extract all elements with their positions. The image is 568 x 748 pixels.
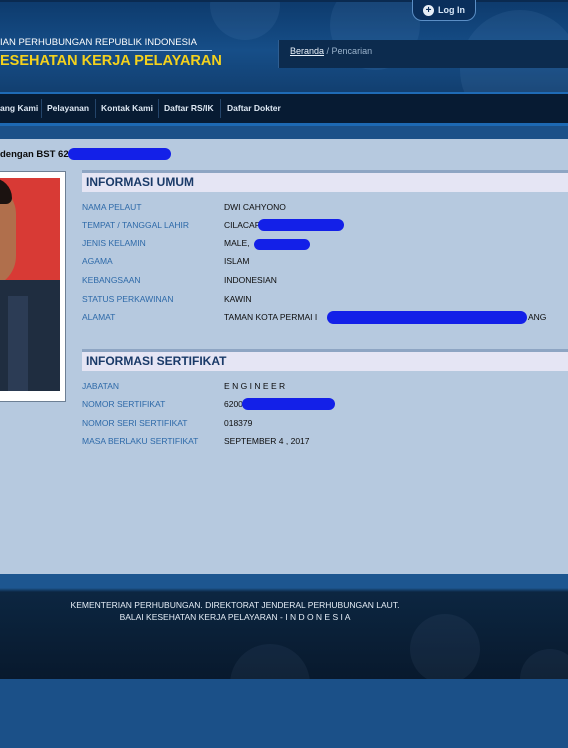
main-content: dengan BST 62 INFORMASI UMUM NAMA PELAUT… [0,139,568,574]
value-position: ENGINEER [224,381,288,391]
content-frame-top [0,126,568,139]
label-marital-status: STATUS PERKAWINAN [82,294,174,304]
profile-photo [0,178,60,391]
footer-org-line2: BALAI KESEHATAN KERJA PELAYARAN - I N D … [119,612,351,622]
breadcrumb-current: Pencarian [331,46,373,56]
site-header: + Log In IAN PERHUBUNGAN REPUBLIK INDONE… [0,0,568,92]
header-decoration [210,0,280,40]
section-title-certificate-info: INFORMASI SERTIFIKAT [82,349,568,371]
value-birth-place-date: CILACAP [224,220,261,230]
label-nationality: KEBANGSAAN [82,275,141,285]
org-name-line1: IAN PERHUBUNGAN REPUBLIK INDONESIA [0,37,197,48]
page-bottom-background [0,679,568,748]
nav-separator [41,99,42,118]
footer-decoration [410,614,480,679]
label-birth-place-date: TEMPAT / TANGGAL LAHIR [82,220,190,230]
value-certificate-validity: SEPTEMBER 4 , 2017 [224,436,310,446]
label-certificate-serial: NOMOR SERI SERTIFIKAT [82,418,188,428]
label-certificate-validity: MASA BERLAKU SERTIFIKAT [82,436,199,446]
label-religion: AGAMA [82,256,113,266]
label-certificate-number: NOMOR SERTIFIKAT [82,399,166,409]
redaction-mark [258,219,344,231]
main-nav: ang Kami Pelayanan Kontak Kami Daftar RS… [0,92,568,126]
breadcrumb-separator: / [324,46,332,56]
nav-item-contact[interactable]: Kontak Kami [101,94,153,123]
footer-decoration [520,649,568,679]
redaction-mark [254,239,310,250]
value-nationality: INDONESIAN [224,275,277,285]
nav-item-about[interactable]: ang Kami [0,94,38,123]
value-address-end: ANG [528,312,547,322]
page-title: dengan BST 62 [0,149,69,160]
nav-item-doctors[interactable]: Daftar Dokter [227,94,281,123]
nav-separator [158,99,159,118]
login-button[interactable]: + Log In [412,0,476,21]
redaction-mark [68,148,171,160]
value-address: TAMAN KOTA PERMAI I [224,312,318,322]
value-seafarer-name: DWI CAHYONO [224,202,286,212]
value-religion: ISLAM [224,256,250,266]
org-name-line2: ESEHATAN KERJA PELAYARAN [0,53,222,69]
nav-separator [95,99,96,118]
top-border [0,0,568,2]
label-gender: JENIS KELAMIN [82,238,146,248]
breadcrumb: Beranda / Pencarian [278,40,568,68]
footer-org-line1: KEMENTERIAN PERHUBUNGAN. DIREKTORAT JEND… [70,600,400,610]
label-position: JABATAN [82,381,119,391]
nav-item-hospitals[interactable]: Daftar RS/IK [164,94,214,123]
org-divider [0,50,212,51]
section-title-general-info: INFORMASI UMUM [82,170,568,192]
label-seafarer-name: NAMA PELAUT [82,202,142,212]
site-footer: KEMENTERIAN PERHUBUNGAN. DIREKTORAT JEND… [0,574,568,679]
photo-hair [0,178,12,204]
value-gender: MALE, [224,238,250,248]
profile-photo-frame [0,171,66,402]
nav-separator [220,99,221,118]
value-certificate-number: 6200 [224,399,243,409]
label-address: ALAMAT [82,312,116,322]
breadcrumb-home-link[interactable]: Beranda [290,46,324,56]
plus-icon: + [423,4,434,16]
photo-collar [8,296,28,391]
login-label: Log In [438,5,465,15]
value-certificate-serial: 018379 [224,418,253,428]
nav-item-services[interactable]: Pelayanan [47,94,89,123]
redaction-mark [327,311,527,324]
footer-decoration [230,644,310,679]
redaction-mark [242,398,335,410]
value-marital-status: KAWIN [224,294,252,304]
